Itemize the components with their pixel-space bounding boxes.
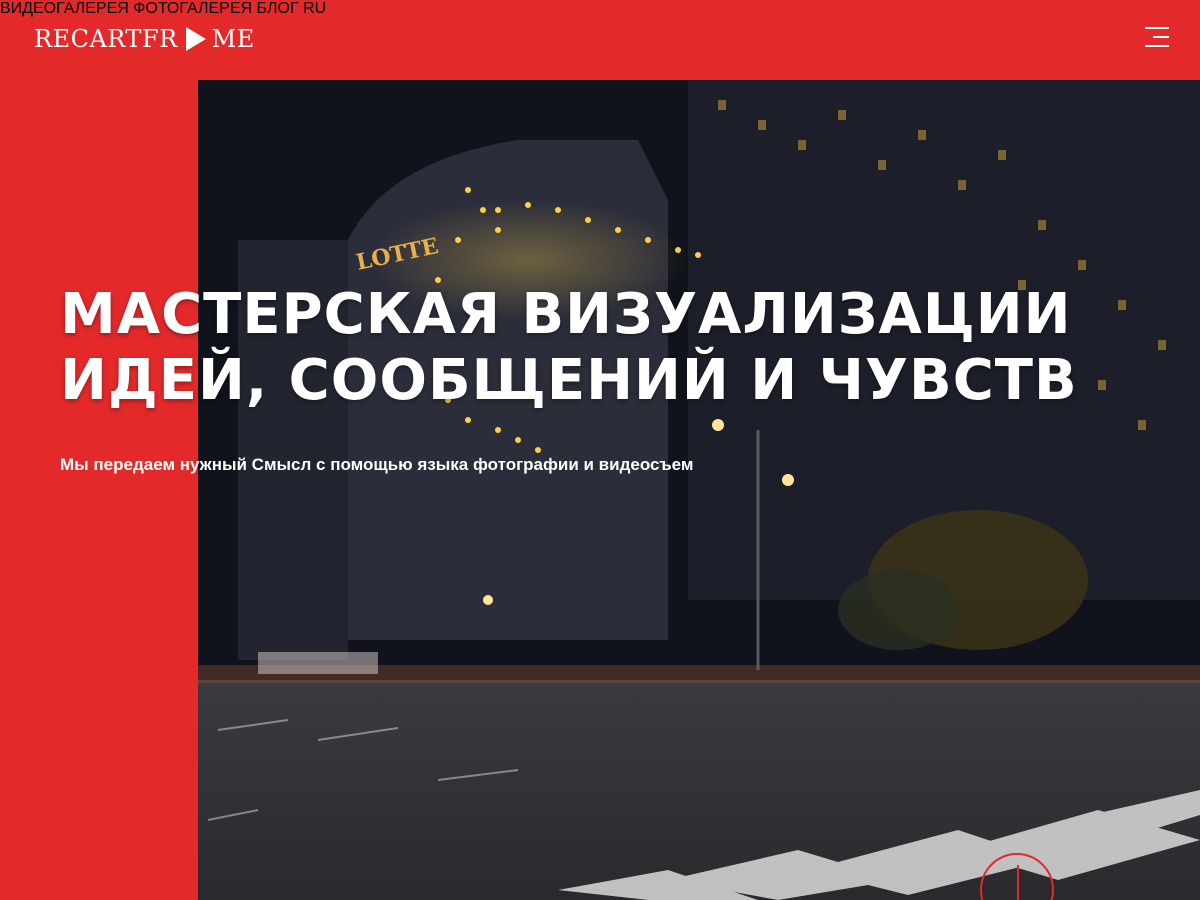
- nav-language[interactable]: RU: [303, 0, 326, 17]
- hero-image: LOTTE: [198, 80, 1200, 900]
- nav-video-gallery[interactable]: ВИДЕОГАЛЕРЕЯ: [0, 0, 129, 17]
- main-nav: ВИДЕОГАЛЕРЕЯ ФОТОГАЛЕРЕЯ БЛОГ RU: [0, 0, 1200, 18]
- hero-subtitle: Мы передаем нужный Смысл с помощью языка…: [60, 455, 694, 474]
- nav-blog[interactable]: БЛОГ: [257, 0, 299, 17]
- hero-title-line-2: ИДЕЙ, СООБЩЕНИЙ И ЧУВСТВ: [60, 348, 1078, 413]
- logo-text-left: RECARTFR: [34, 25, 178, 53]
- hamburger-icon[interactable]: [1145, 27, 1169, 49]
- hero-title-line-1: МАСТЕРСКАЯ ВИЗУАЛИЗАЦИИ: [60, 282, 1072, 347]
- site-header: RECARTFR ME ВИДЕОГАЛЕРЕЯ ФОТОГАЛЕРЕЯ БЛО…: [0, 0, 1200, 80]
- nav-photo-gallery[interactable]: ФОТОГАЛЕРЕЯ: [133, 0, 252, 17]
- night-city-illustration: LOTTE: [198, 80, 1200, 900]
- play-icon: [185, 27, 206, 51]
- site-logo[interactable]: RECARTFR ME: [34, 24, 255, 54]
- hero-headline: МАСТЕРСКАЯ ВИЗУАЛИЗАЦИИ ИДЕЙ, СООБЩЕНИЙ …: [60, 282, 1078, 414]
- logo-text-right: ME: [211, 25, 255, 53]
